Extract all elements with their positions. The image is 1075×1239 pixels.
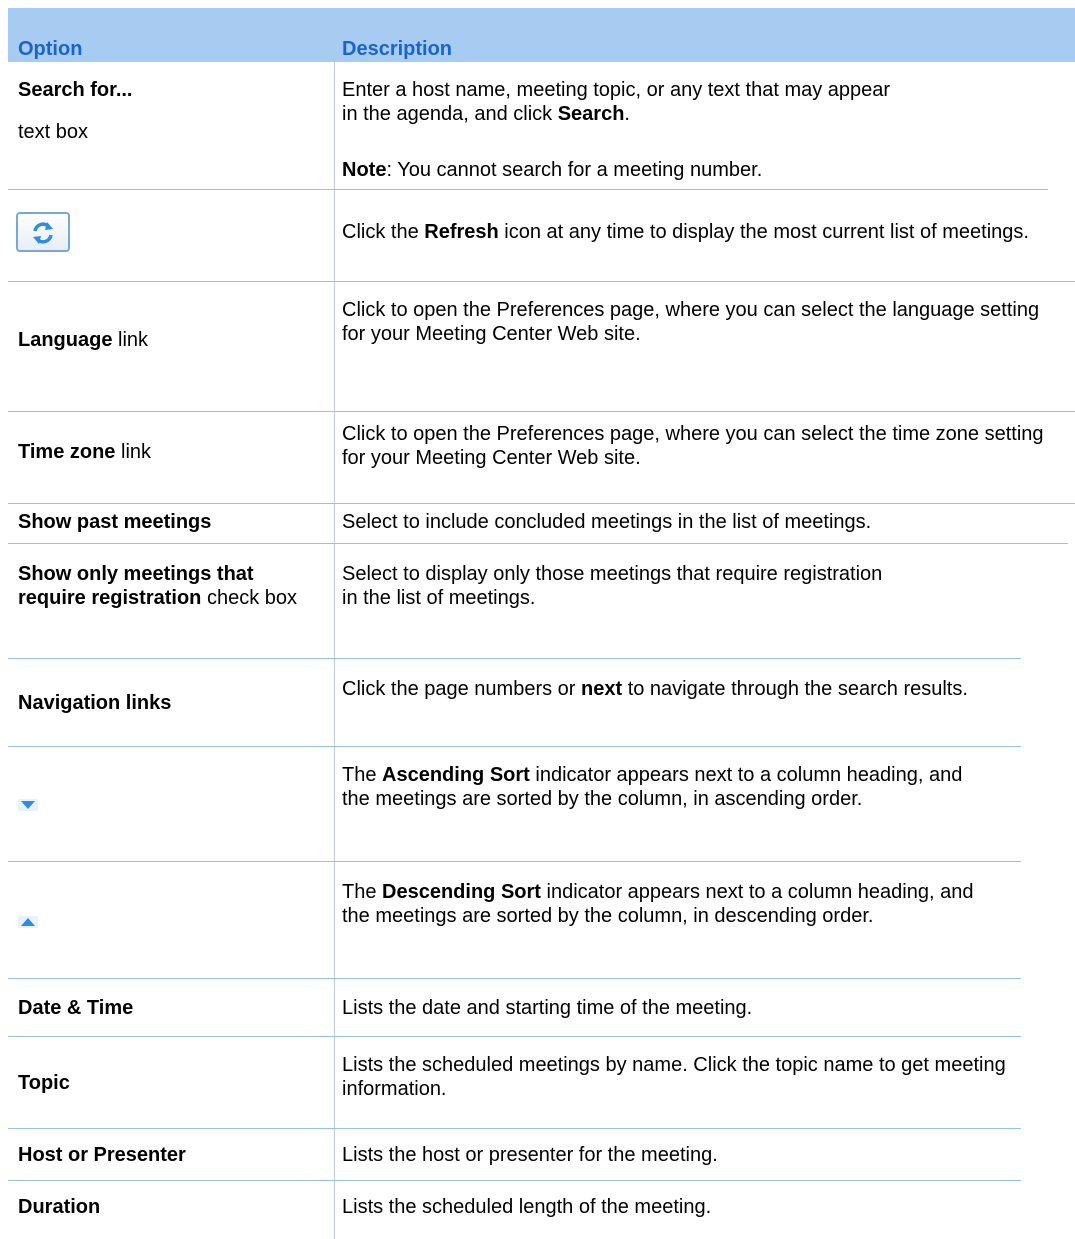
- header-option: Option: [18, 38, 83, 60]
- header-description: Description: [342, 38, 453, 60]
- sort-up-icon: [18, 916, 38, 928]
- description-cell: Select to include concluded meetings in …: [342, 511, 872, 533]
- description-cell: Click to open the Preferences page, wher…: [342, 423, 1044, 469]
- description-cell: Click to open the Preferences page, wher…: [342, 299, 1040, 345]
- option-cell: Topic: [18, 1071, 318, 1095]
- table-row: Navigation links Click the page numbers …: [8, 659, 1075, 747]
- description-cell: Enter a host name, meeting topic, or any…: [342, 78, 1062, 126]
- description-cell: Click the page numbers or next to naviga…: [342, 677, 1032, 701]
- description-text: Click the: [342, 221, 425, 243]
- description-bold: Refresh: [424, 221, 499, 243]
- description-bold: Ascending Sort: [382, 764, 530, 786]
- description-bold: Descending Sort: [382, 881, 541, 903]
- table-header: Option Description: [8, 8, 1075, 62]
- option-cell: Host or Presenter: [18, 1143, 318, 1167]
- description-cell: Select to display only those meetings th…: [342, 562, 1062, 610]
- description-text: to navigate through the search results.: [622, 678, 968, 700]
- table-row: Date & Time Lists the date and starting …: [8, 979, 1075, 1037]
- refresh-icon: [33, 222, 53, 244]
- option-cell: Search for...: [18, 78, 318, 102]
- option-cell: Show only meetings that require registra…: [18, 562, 318, 610]
- table-row: Show past meetings Select to include con…: [8, 504, 1075, 544]
- description-cell: Lists the scheduled meetings by name. Cl…: [342, 1054, 1006, 1100]
- description-text: in the list of meetings.: [342, 587, 536, 609]
- description-text: .: [624, 103, 630, 125]
- option-label: Host or Presenter: [18, 1144, 186, 1166]
- option-label: Date & Time: [18, 997, 134, 1019]
- table-row: Topic Lists the scheduled meetings by na…: [8, 1037, 1075, 1129]
- description-cell: The Descending Sort indicator appears ne…: [342, 880, 982, 928]
- option-label: Topic: [18, 1072, 70, 1094]
- table-row: Host or Presenter Lists the host or pres…: [8, 1129, 1075, 1181]
- description-cell: The Ascending Sort indicator appears nex…: [342, 763, 982, 811]
- description-cell: Lists the host or presenter for the meet…: [342, 1144, 718, 1166]
- table-row: The Descending Sort indicator appears ne…: [8, 862, 1075, 979]
- table-row: The Ascending Sort indicator appears nex…: [8, 747, 1075, 862]
- option-cell: Navigation links: [18, 691, 318, 715]
- note-label: Note: [342, 159, 387, 181]
- description-cell: Lists the scheduled length of the meetin…: [342, 1196, 712, 1218]
- description-cell: Click the Refresh icon at any time to di…: [342, 220, 1062, 244]
- option-suffix: link: [115, 441, 152, 463]
- option-cell: Date & Time: [18, 996, 318, 1020]
- description-text: Select to display only those meetings th…: [342, 563, 883, 585]
- sort-down-icon: [18, 799, 38, 811]
- table-row: Duration Lists the scheduled length of t…: [8, 1181, 1075, 1235]
- description-text: The: [342, 881, 383, 903]
- table-row: Language link Click to open the Preferen…: [8, 282, 1075, 412]
- option-label: Show past meetings: [18, 511, 212, 533]
- description-text: icon at any time to display the most cur…: [498, 221, 1029, 243]
- note-content: : You cannot search for a meeting number…: [386, 159, 763, 181]
- table-row: Click the Refresh icon at any time to di…: [8, 190, 1075, 282]
- option-label: Time zone: [18, 441, 116, 463]
- description-text: The: [342, 764, 383, 786]
- refresh-button[interactable]: [16, 212, 70, 252]
- table-row: Time zone link Click to open the Prefere…: [8, 412, 1075, 504]
- option-extra: text box: [18, 121, 89, 143]
- option-cell: Language link: [18, 328, 318, 352]
- option-label: Language: [18, 329, 113, 351]
- option-label: Duration: [18, 1196, 101, 1218]
- option-suffix: link: [112, 329, 149, 351]
- description-text: Enter a host name, meeting topic, or any…: [342, 79, 891, 101]
- option-cell: Show past meetings: [18, 510, 318, 534]
- description-bold: Search: [557, 103, 625, 125]
- option-suffix: check box: [201, 587, 297, 609]
- note-text: Note: You cannot search for a meeting nu…: [342, 158, 1062, 182]
- option-label: Search for...: [18, 79, 133, 101]
- description-text: in the agenda, and click: [342, 103, 558, 125]
- table-row: Show only meetings that require registra…: [8, 544, 1075, 659]
- option-cell: Time zone link: [18, 440, 318, 464]
- option-label: Navigation links: [18, 692, 172, 714]
- description-bold: next: [581, 678, 623, 700]
- description-text: Click the page numbers or: [342, 678, 582, 700]
- table-row: Search for... text box Enter a host name…: [8, 62, 1075, 190]
- description-cell: Lists the date and starting time of the …: [342, 997, 753, 1019]
- option-cell: Duration: [18, 1195, 318, 1219]
